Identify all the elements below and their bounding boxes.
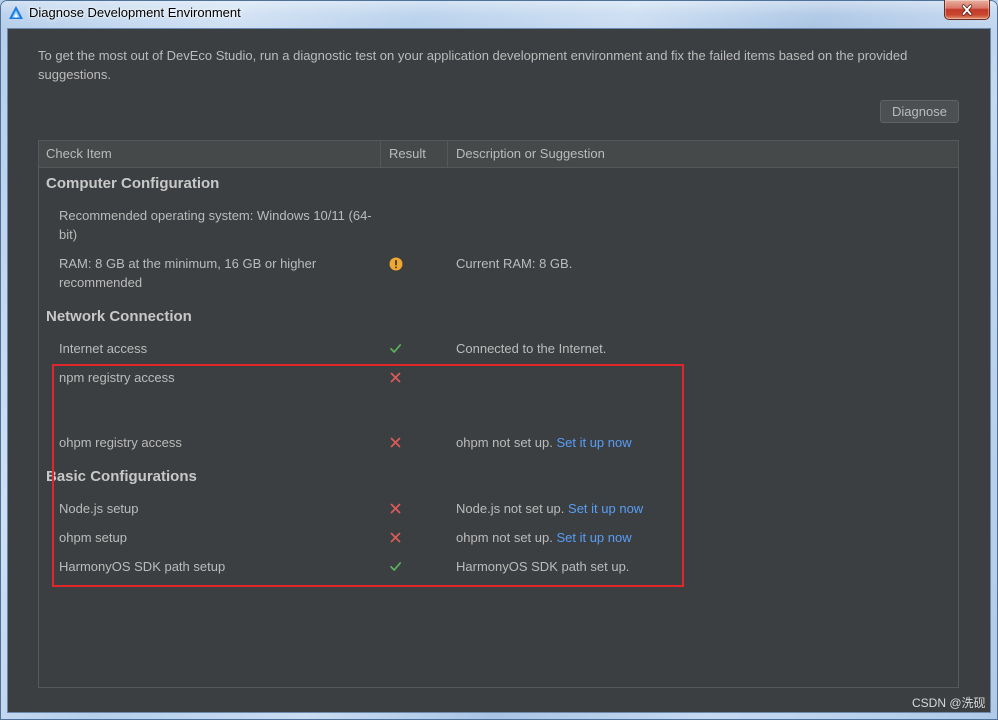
deveco-studio-icon bbox=[8, 5, 24, 21]
result-cell bbox=[381, 339, 448, 358]
table-row: HarmonyOS SDK path setup HarmonyOS SDK p… bbox=[39, 549, 958, 578]
check-item-cell: Recommended operating system: Windows 10… bbox=[39, 206, 381, 244]
check-item-cell: RAM: 8 GB at the minimum, 16 GB or highe… bbox=[39, 254, 381, 292]
watermark: CSDN @洗砚 bbox=[912, 696, 986, 710]
check-item-cell: ohpm setup bbox=[39, 528, 381, 547]
section-basic-configurations: Basic Configurations Node.js setup Node.… bbox=[39, 461, 958, 578]
section-title: Basic Configurations bbox=[46, 468, 197, 485]
close-button[interactable] bbox=[944, 0, 990, 20]
description-text: HarmonyOS SDK path set up. bbox=[456, 559, 630, 574]
description-text: Current RAM: 8 GB. bbox=[456, 256, 573, 271]
set-it-up-link[interactable]: Set it up now bbox=[568, 501, 643, 516]
column-header-check-item: Check Item bbox=[39, 141, 381, 167]
check-item-cell: Node.js setup bbox=[39, 499, 381, 518]
result-cell bbox=[381, 433, 448, 452]
check-item-label: Internet access bbox=[59, 341, 148, 356]
description-cell: Connected to the Internet. bbox=[448, 339, 958, 358]
table-row: Internet access Connected to the Interne… bbox=[39, 331, 958, 360]
check-item-label: npm registry access bbox=[59, 370, 175, 385]
section-computer-configuration: Computer Configuration Recommended opera… bbox=[39, 168, 958, 294]
table-row: Recommended operating system: Windows 10… bbox=[39, 198, 958, 246]
description-text: ohpm not set up. bbox=[456, 530, 553, 545]
set-it-up-link[interactable]: Set it up now bbox=[556, 530, 631, 545]
error-icon bbox=[389, 433, 448, 452]
section-network-connection: Network Connection Internet access Conne… bbox=[39, 301, 958, 454]
check-item-label: HarmonyOS SDK path setup bbox=[59, 559, 226, 574]
column-header-result: Result bbox=[381, 141, 448, 167]
description-text: Connected to the Internet. bbox=[456, 341, 607, 356]
check-item-label: ohpm setup bbox=[59, 530, 127, 545]
set-it-up-link[interactable]: Set it up now bbox=[556, 435, 631, 450]
title-bar[interactable]: Diagnose Development Environment bbox=[0, 0, 998, 29]
result-cell bbox=[381, 557, 448, 576]
table-row: ohpm setup ohpm not set up. Set it up no… bbox=[39, 520, 958, 549]
check-item-label: RAM: 8 GB at the minimum, 16 GB or highe… bbox=[59, 256, 317, 290]
result-cell bbox=[381, 254, 448, 292]
check-item-label: ohpm registry access bbox=[59, 435, 182, 450]
section-title: Network Connection bbox=[46, 308, 192, 325]
error-icon bbox=[389, 368, 448, 387]
description-cell bbox=[448, 206, 958, 244]
result-cell bbox=[381, 499, 448, 518]
table-header: Check Item Result Description or Suggest… bbox=[39, 141, 958, 168]
close-icon bbox=[961, 3, 973, 16]
error-icon bbox=[389, 528, 448, 547]
check-item-label: Recommended operating system: Windows 10… bbox=[59, 208, 372, 242]
check-item-cell: Internet access bbox=[39, 339, 381, 358]
description-cell: Node.js not set up. Set it up now bbox=[448, 499, 958, 518]
section-title: Computer Configuration bbox=[46, 175, 220, 192]
warning-icon bbox=[389, 254, 448, 273]
dialog-window: Diagnose Development Environment To get … bbox=[0, 0, 998, 720]
table-row: ohpm registry access ohpm not set up. Se… bbox=[39, 425, 958, 454]
diagnose-button[interactable]: Diagnose bbox=[880, 100, 959, 123]
description-cell: ohpm not set up. Set it up now bbox=[448, 433, 958, 452]
window-title: Diagnose Development Environment bbox=[29, 5, 241, 20]
check-item-cell: ohpm registry access bbox=[39, 433, 381, 452]
check-item-label: Node.js setup bbox=[59, 501, 139, 516]
description-cell bbox=[448, 368, 958, 423]
check-item-cell: npm registry access bbox=[39, 368, 381, 423]
check-item-cell: HarmonyOS SDK path setup bbox=[39, 557, 381, 576]
result-cell bbox=[381, 528, 448, 547]
error-icon bbox=[389, 499, 448, 518]
table-row: npm registry access bbox=[39, 360, 958, 425]
description-text: Node.js not set up. bbox=[456, 501, 565, 516]
description-cell: HarmonyOS SDK path set up. bbox=[448, 557, 958, 576]
result-cell bbox=[381, 368, 448, 423]
description-cell: Current RAM: 8 GB. bbox=[448, 254, 958, 292]
description-text: ohpm not set up. bbox=[456, 435, 553, 450]
result-cell bbox=[381, 206, 448, 244]
column-header-description: Description or Suggestion bbox=[456, 146, 605, 161]
table-body: Computer Configuration Recommended opera… bbox=[39, 168, 958, 578]
check-icon bbox=[389, 557, 448, 576]
table-row: RAM: 8 GB at the minimum, 16 GB or highe… bbox=[39, 246, 958, 294]
description-cell: ohpm not set up. Set it up now bbox=[448, 528, 958, 547]
dialog-body: To get the most out of DevEco Studio, ru… bbox=[8, 29, 990, 712]
diagnostics-table: Check Item Result Description or Suggest… bbox=[38, 140, 959, 688]
table-row: Node.js setup Node.js not set up. Set it… bbox=[39, 491, 958, 520]
result-icon bbox=[389, 206, 448, 225]
intro-text: To get the most out of DevEco Studio, ru… bbox=[38, 48, 908, 82]
check-icon bbox=[389, 339, 448, 358]
